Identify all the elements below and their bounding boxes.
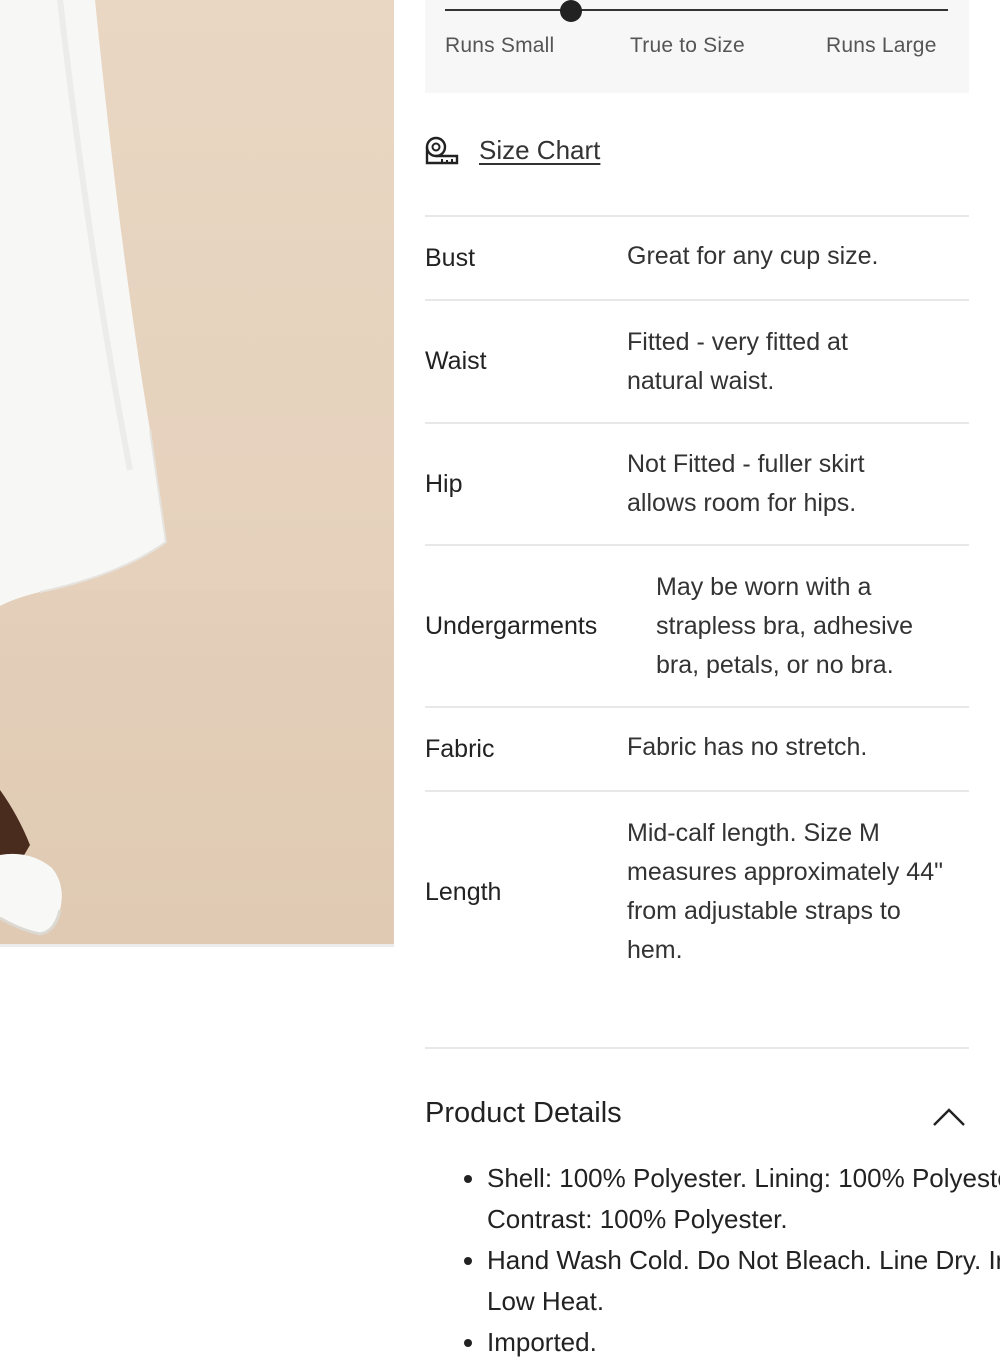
fit-row-label: Length	[425, 877, 502, 906]
fit-rating-panel: Runs Small True to Size Runs Large	[425, 0, 969, 93]
fit-label-true-to-size: True to Size	[630, 34, 745, 57]
list-item: Imported.	[487, 1322, 1000, 1363]
fit-row-label: Undergarments	[425, 611, 598, 640]
measuring-tape-icon	[425, 136, 459, 164]
section-divider	[425, 1047, 969, 1049]
fit-row-waist: Waist Fitted - very fitted at natural wa…	[425, 299, 969, 422]
list-item: Hand Wash Cold. Do Not Bleach. Line Dry.…	[487, 1240, 1000, 1322]
fit-row-hip: Hip Not Fitted - fuller skirt allows roo…	[425, 422, 969, 544]
fit-row-fabric: Fabric Fabric has no stretch.	[425, 706, 969, 790]
size-chart-label: Size Chart	[479, 135, 601, 165]
fit-row-length: Length Mid-calf length. Size M measures …	[425, 790, 969, 992]
product-photo[interactable]	[0, 0, 394, 946]
size-chart-link[interactable]: Size Chart	[425, 135, 600, 166]
fit-row-label: Fabric	[425, 734, 495, 763]
list-item: Shell: 100% Polyester. Lining: 100% Poly…	[487, 1158, 1000, 1240]
fit-row-bust: Bust Great for any cup size.	[425, 215, 969, 299]
fit-label-runs-large: Runs Large	[826, 34, 937, 57]
fit-row-value: Fitted - very fitted at natural waist.	[627, 327, 848, 395]
chevron-up-icon[interactable]	[932, 1100, 966, 1134]
fit-row-label: Waist	[425, 347, 487, 375]
fit-row-value: Not Fitted - fuller skirt allows room fo…	[627, 450, 865, 517]
fit-row-value: May be worn with a strapless bra, adhesi…	[656, 572, 914, 679]
fit-row-value: Fabric has no stretch.	[627, 732, 868, 761]
fit-label-runs-small: Runs Small	[445, 34, 555, 57]
leg-and-shoe-image	[0, 790, 62, 936]
photo-bottom-edge	[0, 944, 394, 947]
fit-row-value: Mid-calf length. Size M measures approxi…	[627, 819, 943, 964]
product-details-heading[interactable]: Product Details	[425, 1097, 622, 1130]
fit-details-table: Bust Great for any cup size. Waist Fitte…	[425, 215, 969, 992]
fit-slider-track	[445, 9, 948, 11]
white-skirt-image	[0, 0, 168, 606]
fit-row-label: Bust	[425, 243, 476, 272]
product-details-list: Shell: 100% Polyester. Lining: 100% Poly…	[425, 1158, 1000, 1363]
fit-row-undergarments: Undergarments May be worn with a straple…	[425, 544, 969, 706]
fit-row-label: Hip	[425, 469, 463, 498]
fit-slider-thumb[interactable]	[559, 0, 582, 22]
fit-row-value: Great for any cup size.	[627, 241, 879, 270]
